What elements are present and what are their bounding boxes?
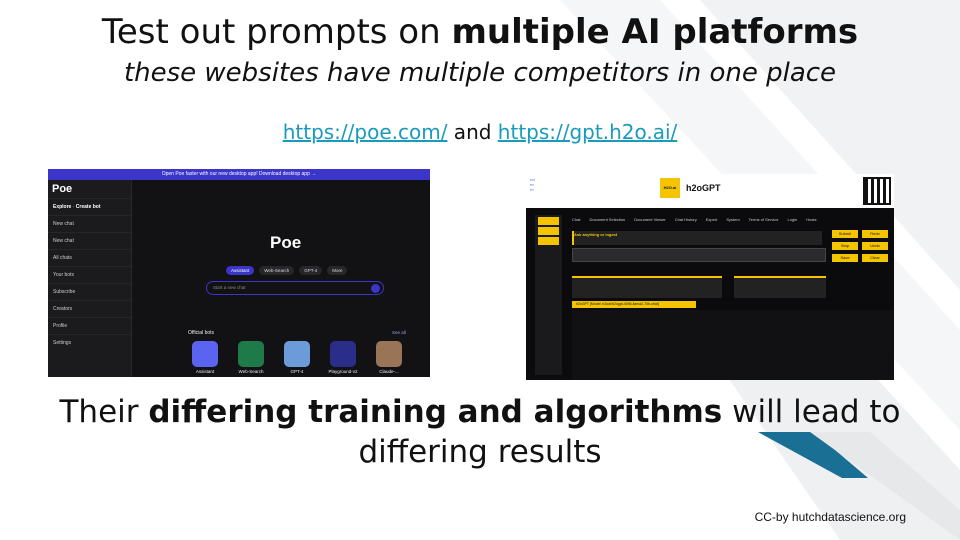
- h2o-button: Undo: [862, 242, 888, 250]
- h2o-model-selector: [572, 276, 722, 298]
- poe-bot: Web-Search: [234, 341, 268, 374]
- poe-chat-input: Start a new chat: [206, 281, 384, 295]
- h2o-tab: Expert: [705, 217, 718, 222]
- h2o-button: Submit: [832, 230, 858, 238]
- qr-code-icon: [863, 177, 891, 205]
- h2o-tab: Terms of Service: [748, 217, 779, 222]
- send-icon: [371, 284, 380, 293]
- slide-subtitle: these websites have multiple competitors…: [123, 58, 837, 88]
- h2o-button: Stop: [832, 242, 858, 250]
- bottom-statement: Their differing training and algorithms …: [59, 394, 901, 470]
- slide-title: Test out prompts on multiple AI platform…: [101, 12, 859, 52]
- h2o-chat-area: [572, 310, 894, 380]
- h2o-prompt-input: [572, 248, 826, 262]
- poe-see-all: See all: [392, 330, 406, 335]
- poe-sidebar-item: New chat: [48, 232, 131, 249]
- poe-chips: Assistant Web-Search GPT-4 More: [226, 266, 348, 275]
- h2o-tab: Hosts: [806, 217, 817, 222]
- h2o-tab: Login: [787, 217, 798, 222]
- h2o-link[interactable]: https://gpt.h2o.ai/: [498, 120, 677, 144]
- h2o-tabs: Chat Document Selection Document Viewer …: [572, 217, 817, 222]
- h2o-button: Redo: [862, 230, 888, 238]
- h2o-ask-label: Ask anything or ingest: [574, 232, 618, 237]
- poe-bot-list: Assistant Web-Search GPT-4 Playground-v2…: [188, 341, 406, 374]
- h2o-action-panel: [734, 276, 826, 298]
- h2o-title: h2oGPT: [686, 183, 721, 193]
- h2o-header: ▪▪▪▪ ▪▪▪ ▪▪▪ H2O.ai h2oGPT: [526, 174, 894, 208]
- bot-icon: [376, 341, 402, 367]
- poe-link[interactable]: https://poe.com/: [283, 120, 448, 144]
- poe-sidebar: Poe Explore · Create bot New chat New ch…: [48, 180, 132, 377]
- poe-sidebar-item: Subscribe: [48, 283, 131, 300]
- poe-sidebar-item: Creators: [48, 300, 131, 317]
- credit-line: CC-by hutchdatascience.org: [754, 510, 906, 524]
- poe-bot: GPT-4: [280, 341, 314, 374]
- poe-screenshot: Open Poe faster with our new desktop app…: [48, 169, 430, 377]
- poe-chip: Web-Search: [259, 266, 295, 275]
- poe-banner: Open Poe faster with our new desktop app…: [48, 169, 430, 180]
- poe-sidebar-item: Profile: [48, 317, 131, 334]
- poe-sidebar-item: Explore · Create bot: [48, 198, 131, 215]
- poe-sidebar-item: Your bots: [48, 266, 131, 283]
- h2o-screenshot: ▪▪▪▪ ▪▪▪ ▪▪▪ H2O.ai h2oGPT Chat Document S…: [526, 174, 894, 380]
- poe-logo: Poe: [52, 183, 73, 195]
- h2o-tab: Chat History: [674, 217, 697, 222]
- h2o-header-links: ▪▪▪▪ ▪▪▪ ▪▪▪: [530, 178, 535, 192]
- poe-bot: Claude-...: [372, 341, 406, 374]
- h2o-buttons: Submit Redo Stop Undo Save Clear: [832, 230, 888, 262]
- h2o-tab: System: [726, 217, 740, 222]
- h2o-tab: Chat: [572, 217, 581, 222]
- h2o-logo: H2O.ai: [660, 178, 680, 198]
- bot-icon: [284, 341, 310, 367]
- poe-bot: Playground-v2: [326, 341, 360, 374]
- h2o-model-tag: h2oGPT [Model: h2oai/h2ogpt-4096-llama2-…: [572, 301, 696, 308]
- h2o-button: Save: [832, 254, 858, 262]
- h2o-tab: Document Selection: [589, 217, 626, 222]
- bot-icon: [238, 341, 264, 367]
- poe-chip: Assistant: [226, 266, 255, 275]
- h2o-sidebar: [535, 215, 562, 375]
- poe-official-bots-heading: Official bots: [188, 330, 215, 336]
- h2o-button: Clear: [862, 254, 888, 262]
- poe-sidebar-item: New chat: [48, 215, 131, 232]
- h2o-tab: Document Viewer: [634, 217, 666, 222]
- poe-bot: Assistant: [188, 341, 222, 374]
- links-line: https://poe.com/ and https://gpt.h2o.ai/: [282, 120, 678, 144]
- poe-chip: More: [327, 266, 348, 275]
- poe-sidebar-item: All chats: [48, 249, 131, 266]
- poe-main-logo: Poe: [270, 233, 302, 252]
- poe-chip: GPT-4: [299, 266, 323, 275]
- bot-icon: [192, 341, 218, 367]
- poe-sidebar-item: Settings: [48, 334, 131, 351]
- bot-icon: [330, 341, 356, 367]
